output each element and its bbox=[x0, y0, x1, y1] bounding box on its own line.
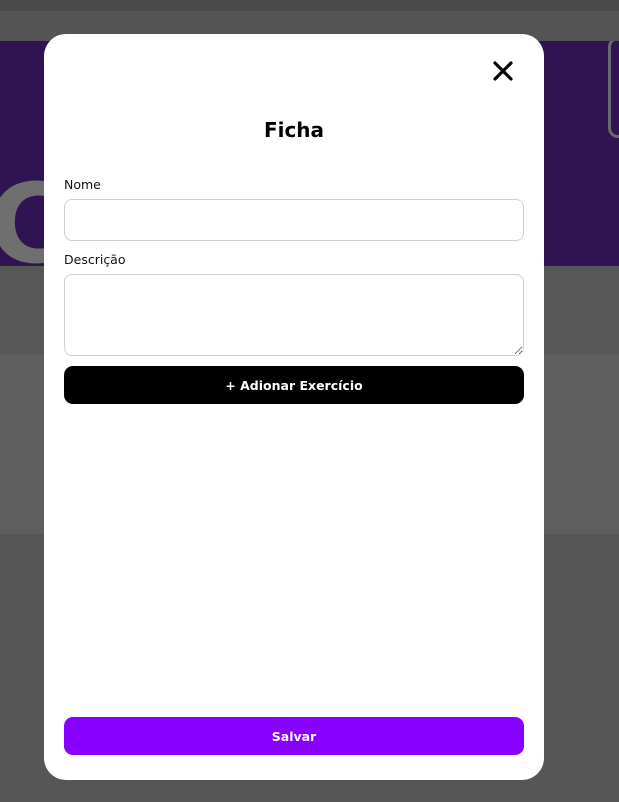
description-label: Descrição bbox=[64, 252, 126, 267]
background-hero-card bbox=[608, 41, 619, 138]
name-input[interactable] bbox=[64, 199, 524, 241]
description-textarea[interactable] bbox=[64, 274, 524, 356]
close-icon[interactable] bbox=[491, 59, 515, 83]
name-label: Nome bbox=[64, 177, 101, 192]
modal-title: Ficha bbox=[263, 118, 325, 142]
ficha-modal: Ficha Nome Descrição + Adionar Exercício… bbox=[44, 34, 544, 780]
add-exercise-button[interactable]: + Adionar Exercício bbox=[64, 366, 524, 404]
background-top-bar bbox=[0, 0, 619, 11]
save-button[interactable]: Salvar bbox=[64, 717, 524, 755]
